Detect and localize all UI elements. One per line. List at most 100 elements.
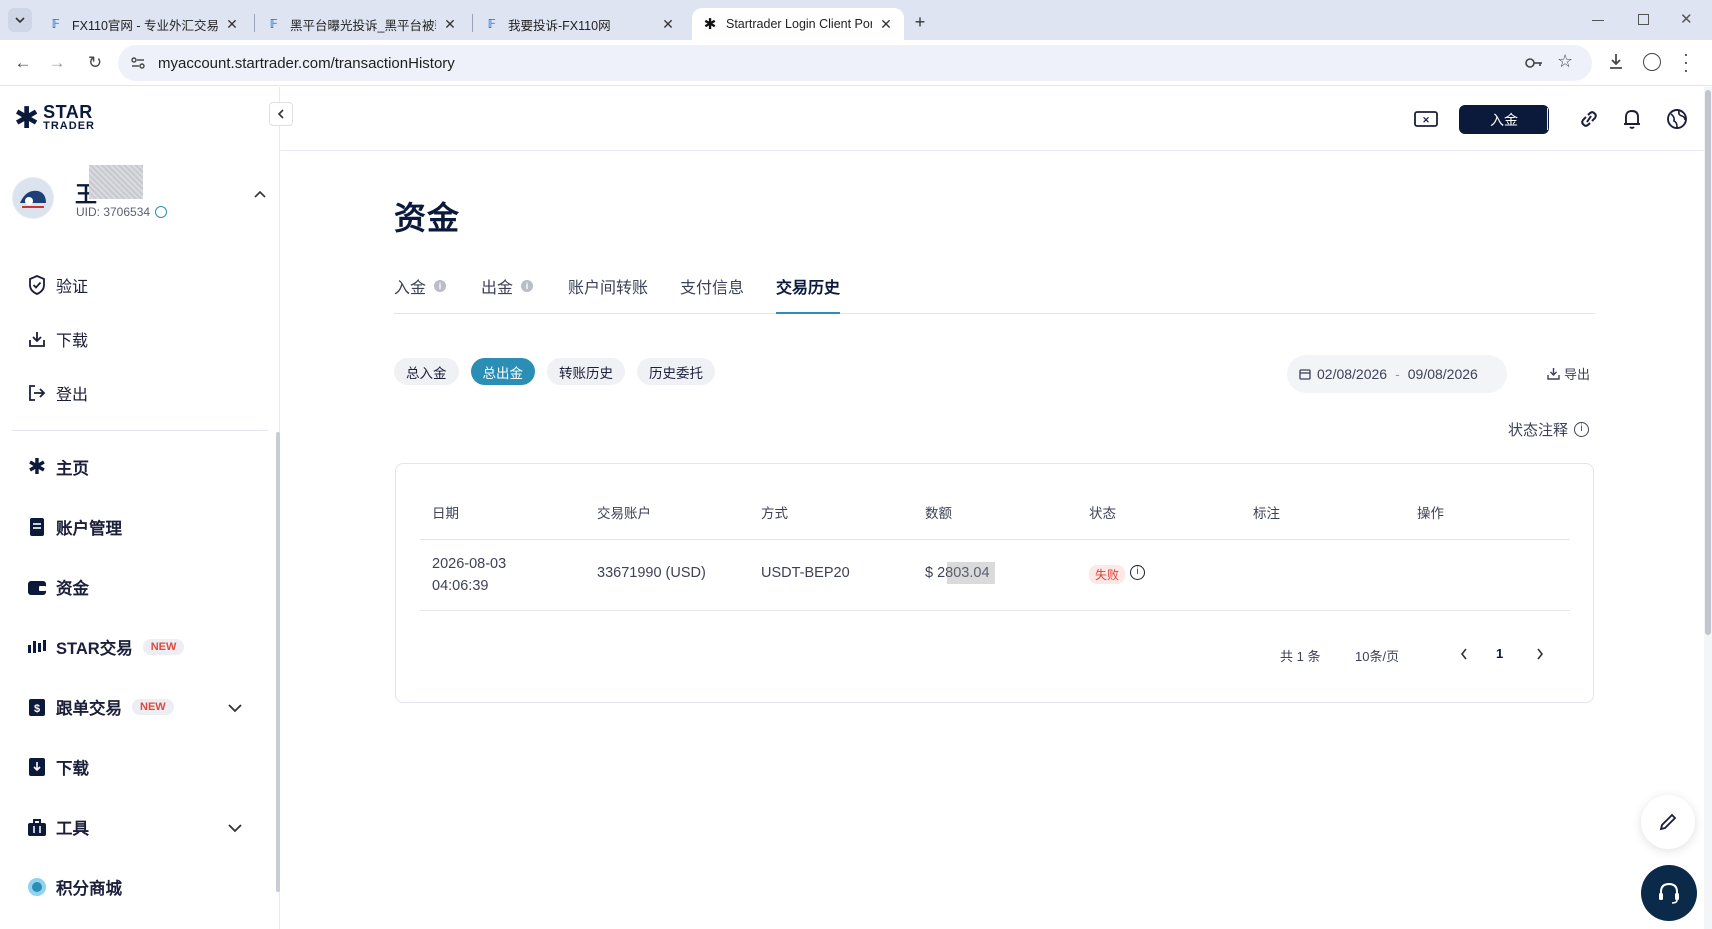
close-tab-icon[interactable]: ✕	[442, 16, 458, 33]
filter-total-withdrawal[interactable]: 总出金	[470, 358, 535, 385]
back-arrow-icon[interactable]: ←	[12, 52, 34, 74]
maximize-icon[interactable]	[1634, 12, 1654, 28]
shield-check-icon	[26, 274, 48, 296]
downloads-icon[interactable]	[1607, 52, 1625, 72]
browser-tab[interactable]: 𝔽 黑平台曝光投诉_黑平台被骗维权 ✕	[256, 8, 468, 40]
deposit-button[interactable]: 入金	[1459, 105, 1549, 134]
sidebar-item-download-app[interactable]: 下载	[26, 324, 88, 354]
sidebar-item-logout[interactable]: 登出	[26, 378, 88, 408]
app-header: ✕ 入金	[281, 87, 1712, 151]
calendar-icon	[1299, 369, 1311, 380]
minimize-icon[interactable]	[1588, 12, 1608, 28]
link-icon[interactable]	[1578, 109, 1600, 129]
sidebar: ✱ STAR TRADER 王 UID: 3706534 验证 下载 登出 ✱ …	[0, 87, 293, 929]
tab-internal-transfer[interactable]: 账户间转账	[568, 274, 648, 298]
history-filter-group: 总入金 总出金 转账历史 历史委托	[394, 358, 715, 385]
column-header: 方式	[761, 506, 788, 521]
sidebar-scrollbar[interactable]	[276, 432, 280, 892]
export-label: 导出	[1564, 367, 1591, 382]
next-page-icon[interactable]	[1536, 648, 1544, 660]
wallet-icon	[26, 576, 48, 598]
tab-transaction-history[interactable]: 交易历史	[776, 274, 841, 314]
table-header-row: 日期 交易账户 方式 数额 状态 标注 操作	[420, 502, 1570, 540]
sidebar-item-points-mall[interactable]: 积分商城	[26, 872, 122, 902]
info-icon: i	[521, 280, 534, 292]
prev-page-icon[interactable]	[1460, 648, 1468, 660]
sidebar-item-download[interactable]: 下载	[26, 752, 89, 782]
notification-bell-icon[interactable]	[1622, 108, 1642, 130]
brand-name-line1: STAR	[43, 102, 93, 122]
sidebar-item-copy-trading[interactable]: $ 跟单交易 NEW	[26, 692, 174, 722]
current-page[interactable]: 1	[1496, 646, 1503, 661]
tab-title: Startrader Login Client Portal	[726, 17, 872, 31]
browser-menu-icon[interactable]: · · ·	[1683, 45, 1689, 79]
download-box-icon	[26, 756, 48, 778]
filter-order-history[interactable]: 历史委托	[637, 358, 715, 385]
status-note[interactable]: 状态注释 i	[1508, 419, 1590, 440]
profile-icon[interactable]	[1643, 53, 1661, 71]
feedback-edit-button[interactable]	[1641, 795, 1695, 849]
sidebar-item-verify[interactable]: 验证	[26, 270, 88, 300]
sidebar-item-label: 账户管理	[56, 520, 122, 538]
date-range-picker[interactable]: 02/08/2026 - 09/08/2026	[1287, 355, 1507, 393]
forward-arrow-icon[interactable]: →	[46, 52, 68, 74]
new-tab-plus-icon[interactable]: +	[910, 12, 930, 32]
filter-transfer-history[interactable]: 转账历史	[547, 358, 625, 385]
sidebar-item-tools[interactable]: 工具	[26, 812, 89, 842]
info-circle-icon: i	[1574, 422, 1590, 437]
chevron-up-icon[interactable]	[254, 190, 266, 198]
logo: ✱ STAR TRADER	[14, 102, 95, 134]
wallet-exchange-icon[interactable]: ✕	[1414, 109, 1438, 129]
filter-total-deposit[interactable]: 总入金	[394, 358, 459, 385]
bookmark-star-icon[interactable]: ☆	[1557, 51, 1573, 72]
customer-support-button[interactable]	[1641, 865, 1697, 921]
sidebar-item-funds[interactable]: 资金	[26, 572, 89, 602]
fx110-favicon-icon: 𝔽	[51, 17, 61, 31]
browser-tab-active[interactable]: ✱ Startrader Login Client Portal ✕	[692, 8, 904, 40]
sidebar-item-label: 验证	[56, 279, 89, 296]
export-icon	[1547, 368, 1560, 380]
password-key-icon[interactable]	[1524, 54, 1544, 72]
new-badge: NEW	[132, 699, 174, 715]
chevron-down-icon[interactable]	[228, 824, 242, 833]
chevron-down-icon[interactable]	[228, 704, 242, 713]
sidebar-item-home[interactable]: ✱ 主页	[26, 452, 89, 482]
sidebar-item-label: 下载	[56, 760, 89, 778]
status-note-label: 状态注释	[1508, 422, 1569, 439]
sidebar-item-label: 下载	[56, 333, 89, 350]
star-favicon-icon: ✱	[703, 16, 717, 33]
tab-search-button[interactable]	[8, 8, 32, 32]
status-info-icon[interactable]: i	[1130, 565, 1145, 580]
column-header: 交易账户	[597, 506, 651, 521]
sidebar-item-label: 资金	[56, 580, 89, 598]
column-header: 日期	[432, 506, 459, 521]
browser-tab[interactable]: 𝔽 FX110官网 - 专业外汇交易平台 ✕	[38, 8, 250, 40]
avatar[interactable]	[12, 177, 54, 219]
page-scrollbar-thumb[interactable]	[1705, 90, 1711, 635]
tab-label: 出金	[481, 280, 514, 297]
close-tab-icon[interactable]: ✕	[224, 16, 240, 33]
toolbox-icon	[26, 816, 48, 838]
column-header: 标注	[1253, 506, 1280, 521]
date-start: 02/08/2026	[1317, 366, 1388, 382]
page-size-select[interactable]: 10条/页	[1355, 646, 1399, 665]
copy-uid-icon[interactable]	[155, 206, 168, 218]
sidebar-item-label: STAR交易	[56, 640, 133, 658]
column-header: 状态	[1089, 506, 1116, 521]
browser-tab[interactable]: 𝔽 我要投诉-FX110网 ✕	[474, 8, 686, 40]
close-window-icon[interactable]: ✕	[1680, 10, 1693, 28]
language-globe-icon[interactable]	[1666, 108, 1688, 130]
tab-withdraw[interactable]: 出金 i	[481, 274, 534, 298]
close-tab-icon[interactable]: ✕	[878, 16, 894, 33]
candlestick-icon	[26, 636, 48, 658]
tab-payment-info[interactable]: 支付信息	[680, 274, 744, 298]
site-info-icon[interactable]	[130, 55, 146, 71]
sidebar-item-account-management[interactable]: 账户管理	[26, 512, 122, 542]
column-header: 操作	[1417, 506, 1444, 521]
sidebar-item-star-trading[interactable]: STAR交易 NEW	[26, 632, 185, 662]
export-button[interactable]: 导出	[1547, 364, 1590, 383]
status-badge: 失败	[1089, 565, 1126, 584]
close-tab-icon[interactable]: ✕	[660, 16, 676, 33]
tab-deposit[interactable]: 入金 i	[394, 274, 447, 298]
reload-icon[interactable]: ↻	[84, 52, 106, 74]
